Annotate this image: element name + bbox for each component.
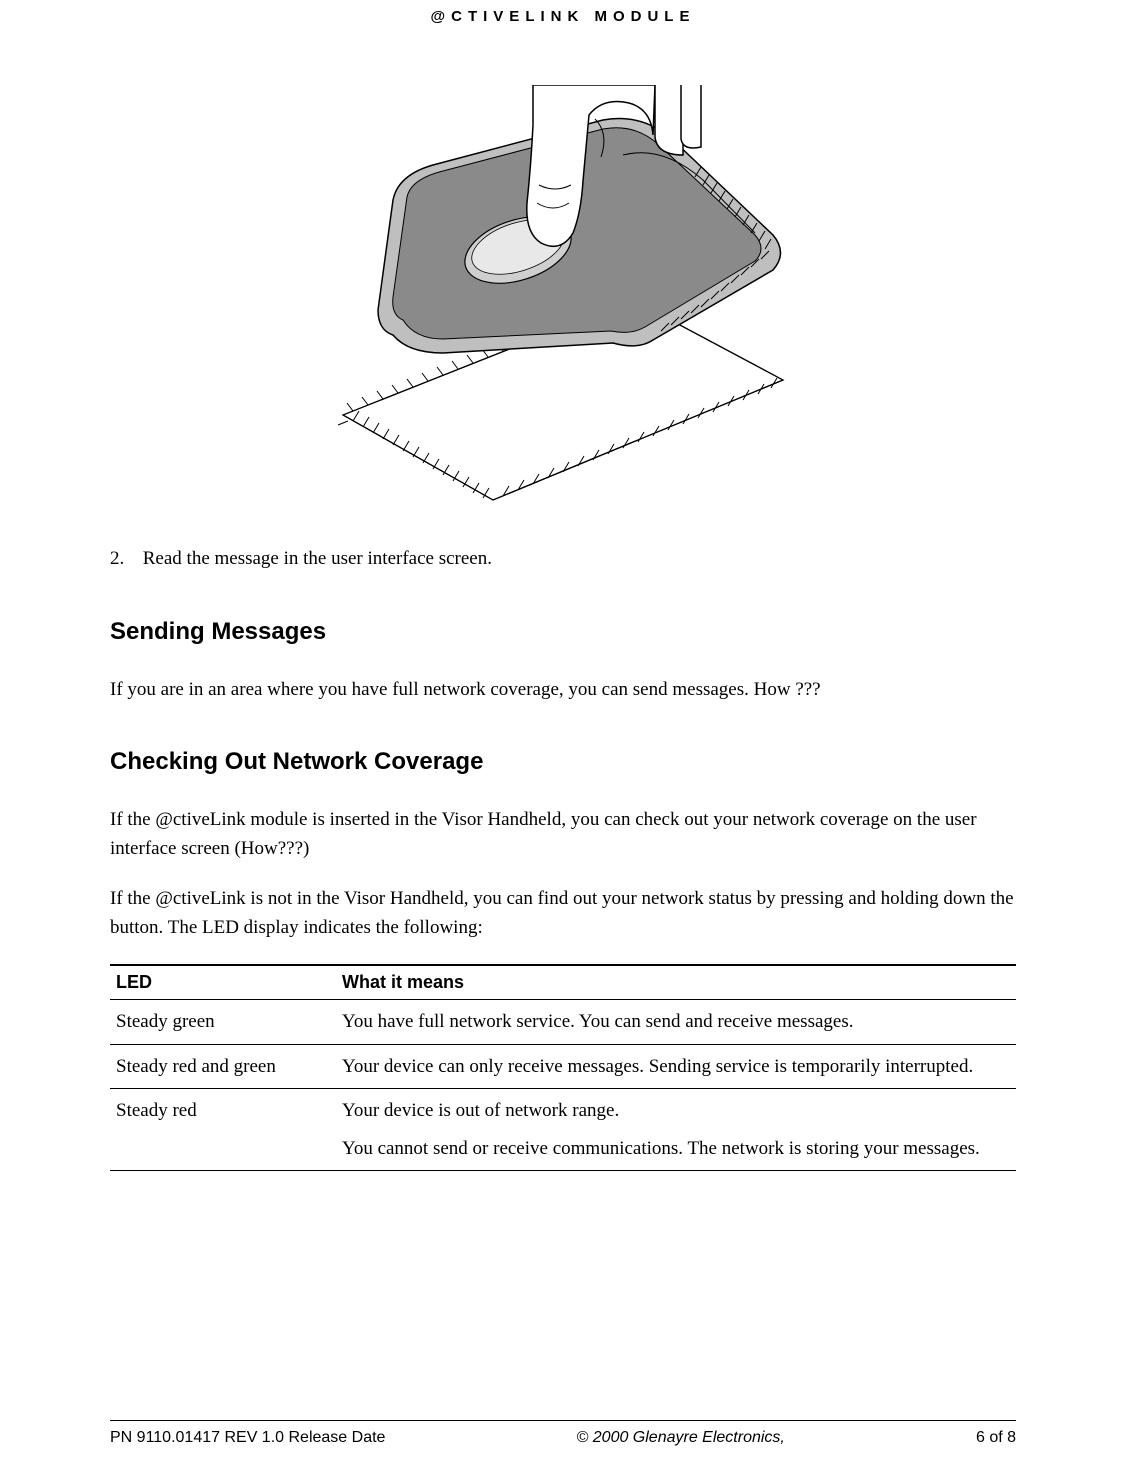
coverage-paragraph-1: If the @ctiveLink module is inserted in … <box>110 806 1016 863</box>
meaning-line-2: You cannot send or receive communication… <box>342 1135 1006 1163</box>
sending-paragraph: If you are in an area where you have ful… <box>110 676 1016 705</box>
meaning-cell: Your device can only receive messages. S… <box>336 1044 1016 1089</box>
meaning-cell: You have full network service. You can s… <box>336 1000 1016 1045</box>
heading-sending-messages: Sending Messages <box>110 618 1016 646</box>
led-table: LED What it means Steady green You have … <box>110 964 1016 1171</box>
footer-center: © 2000 Glenayre Electronics, <box>577 1429 785 1447</box>
led-cell: Steady red <box>110 1089 336 1171</box>
footer-right: 6 of 8 <box>976 1429 1016 1447</box>
coverage-paragraph-2: If the @ctiveLink is not in the Visor Ha… <box>110 885 1016 942</box>
heading-network-coverage: Checking Out Network Coverage <box>110 748 1016 776</box>
table-row: Steady red Your device is out of network… <box>110 1089 1016 1171</box>
meaning-cell: Your device is out of network range. You… <box>336 1089 1016 1171</box>
table-row: Steady red and green Your device can onl… <box>110 1044 1016 1089</box>
led-cell: Steady green <box>110 1000 336 1045</box>
footer-left: PN 9110.01417 REV 1.0 Release Date <box>110 1429 385 1447</box>
table-header-led: LED <box>110 965 336 1000</box>
page-header: @CTIVELINK MODULE <box>110 0 1016 25</box>
table-row: Steady green You have full network servi… <box>110 1000 1016 1045</box>
table-header-meaning: What it means <box>336 965 1016 1000</box>
page-footer: PN 9110.01417 REV 1.0 Release Date © 200… <box>0 1420 1126 1447</box>
step-number: 2. <box>110 545 138 574</box>
step-text: Read the message in the user interface s… <box>143 548 492 569</box>
step-2: 2. Read the message in the user interfac… <box>110 545 1016 574</box>
meaning-line-1: Your device is out of network range. <box>342 1097 1006 1125</box>
device-illustration <box>110 85 1016 505</box>
led-cell: Steady red and green <box>110 1044 336 1089</box>
device-svg <box>303 85 823 505</box>
